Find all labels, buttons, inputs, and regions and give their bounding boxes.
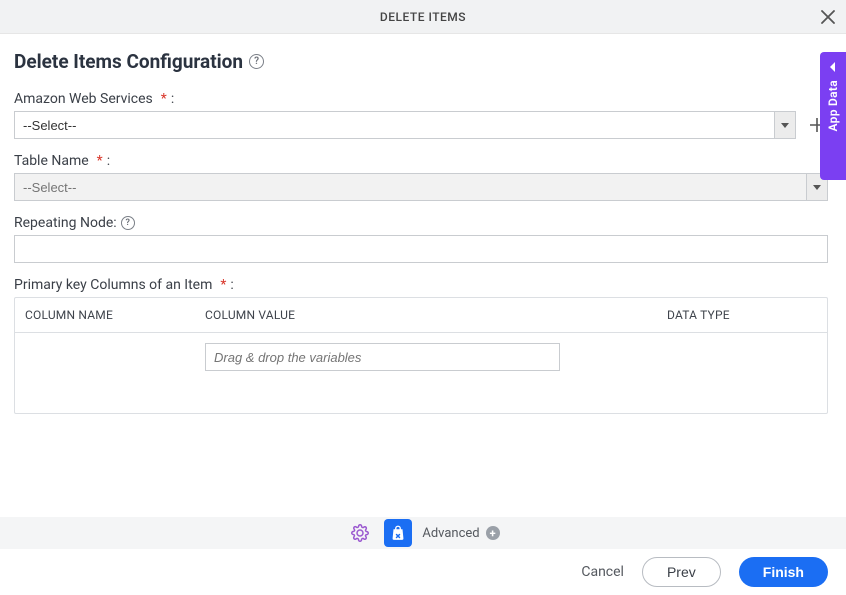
advanced-label: Advanced	[422, 526, 479, 541]
field-primary-key: Primary key Columns of an Item *: COLUMN…	[14, 277, 828, 414]
dialog-title: DELETE ITEMS	[380, 10, 466, 24]
plus-circle-icon: +	[486, 526, 500, 540]
table-name-select-value[interactable]	[14, 173, 806, 201]
app-data-label: App Data	[826, 80, 840, 131]
prev-button[interactable]: Prev	[642, 557, 721, 587]
app-data-panel-toggle[interactable]: App Data	[820, 52, 846, 180]
required-mark: *	[220, 277, 226, 293]
repeating-node-label: Repeating Node: ?	[14, 215, 828, 231]
close-icon	[821, 10, 835, 24]
footer-actions: Cancel Prev Finish	[0, 549, 846, 595]
table-header: COLUMN NAME COLUMN VALUE DATA TYPE	[15, 298, 827, 333]
chevron-down-icon	[781, 123, 789, 128]
chevron-down-icon	[813, 185, 821, 190]
required-mark: *	[161, 91, 167, 107]
aws-label: Amazon Web Services *:	[14, 91, 828, 107]
col-header-value: COLUMN VALUE	[205, 308, 667, 322]
content-area: Delete Items Configuration ? Amazon Web …	[0, 34, 846, 438]
column-value-drop-input[interactable]	[205, 343, 560, 371]
aws-select-value[interactable]	[14, 111, 774, 139]
gear-icon	[351, 524, 369, 542]
cancel-button[interactable]: Cancel	[581, 564, 624, 580]
bag-x-icon	[389, 524, 407, 542]
advanced-toggle[interactable]: Advanced +	[422, 526, 499, 541]
col-header-name: COLUMN NAME	[25, 308, 205, 322]
table-name-select[interactable]	[14, 173, 828, 201]
bottom-toolbar: Advanced +	[0, 517, 846, 549]
repeating-node-input[interactable]	[14, 235, 828, 263]
page-title-text: Delete Items Configuration	[14, 50, 243, 73]
shopping-bag-button[interactable]	[384, 519, 412, 547]
help-icon[interactable]: ?	[121, 216, 135, 230]
col-header-type: DATA TYPE	[667, 308, 817, 322]
primary-key-table: COLUMN NAME COLUMN VALUE DATA TYPE	[14, 297, 828, 414]
chevron-left-icon	[828, 62, 838, 72]
field-repeating-node: Repeating Node: ?	[14, 215, 828, 263]
finish-button[interactable]: Finish	[739, 557, 828, 587]
close-button[interactable]	[818, 7, 838, 27]
table-name-label: Table Name *:	[14, 153, 828, 169]
title-bar: DELETE ITEMS	[0, 0, 846, 34]
field-table-name: Table Name *:	[14, 153, 828, 201]
primary-key-label: Primary key Columns of an Item *:	[14, 277, 828, 293]
aws-select[interactable]	[14, 111, 796, 139]
table-body	[15, 333, 827, 413]
page-title: Delete Items Configuration ?	[14, 50, 828, 73]
required-mark: *	[97, 153, 103, 169]
aws-select-caret[interactable]	[774, 111, 796, 139]
field-aws: Amazon Web Services *:	[14, 91, 828, 139]
settings-button[interactable]	[346, 519, 374, 547]
help-icon[interactable]: ?	[249, 54, 264, 69]
